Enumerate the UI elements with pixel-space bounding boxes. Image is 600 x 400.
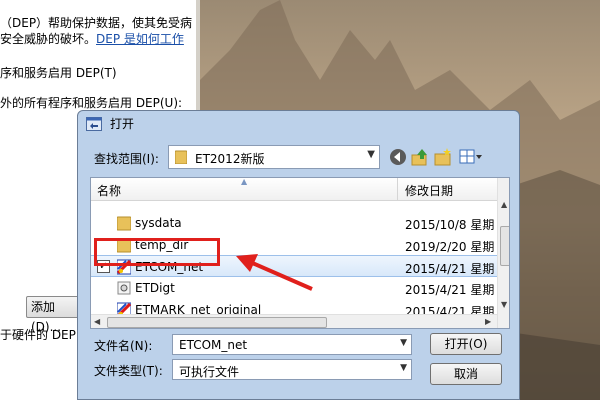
red-arrow-annotation [236, 254, 313, 291]
